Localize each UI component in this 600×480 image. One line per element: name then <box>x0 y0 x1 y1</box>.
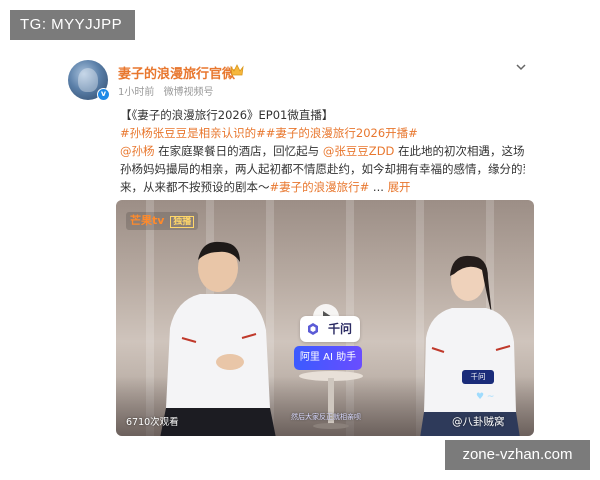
post-text-segment: 孙杨妈妈撮局的相亲，两人起初都不情愿赴约，如今却拥有幸福的感情，缘分的到 <box>120 162 525 176</box>
hashtag-link[interactable]: #妻子的浪漫旅行# <box>270 180 370 194</box>
chevron-down-icon[interactable] <box>514 60 528 74</box>
hashtag-link[interactable]: #孙杨张豆豆是相亲认识的##妻子的浪漫旅行2026开播# <box>120 126 418 140</box>
mention-link[interactable]: @张豆豆ZDD <box>323 144 395 158</box>
post-text-segment: 【《妻子的浪漫旅行2026》EP01微直播】 <box>120 108 334 122</box>
post-header: v 妻子的浪漫旅行官微 1小时前 微博视频号 <box>68 58 532 102</box>
post-text: 【《妻子的浪漫旅行2026》EP01微直播】 #孙杨张豆豆是相亲认识的##妻子的浪… <box>120 106 525 196</box>
post-line: #孙杨张豆豆是相亲认识的##妻子的浪漫旅行2026开播# <box>120 124 525 142</box>
view-count: 6710次观看 <box>126 417 179 428</box>
post-line: @孙杨 在家庭聚餐日的酒店，回忆起与 @张豆豆ZDD 在此地的初次相遇，这场由 <box>120 142 525 160</box>
weibo-post-card: v 妻子的浪漫旅行官微 1小时前 微博视频号 【《妻子的浪漫旅行2026》EP0… <box>60 40 540 440</box>
account-name[interactable]: 妻子的浪漫旅行官微 <box>118 63 235 82</box>
qwen-badge: 千问 <box>462 370 494 384</box>
mention-link[interactable]: @孙杨 <box>120 144 155 158</box>
post-meta: 1小时前 微博视频号 <box>118 83 220 98</box>
video-caption: 然后大家反正就相亲呗 <box>291 413 361 421</box>
channel-logo: 芒果tv <box>130 214 165 227</box>
verified-icon: v <box>97 88 110 101</box>
qwen-icon <box>308 323 318 335</box>
qwen-card[interactable]: 千问 <box>300 316 360 342</box>
post-line: 孙杨妈妈撮局的相亲，两人起初都不情愿赴约，如今却拥有幸福的感情，缘分的到 <box>120 160 525 178</box>
ali-ai-assistant-button[interactable]: 阿里 AI 助手 <box>294 346 362 370</box>
post-line: 来，从来都不按预设的剧本～#妻子的浪漫旅行# ... 展开 <box>120 178 525 196</box>
post-text-segment: 在此地的初次相遇，这场由 <box>394 144 525 158</box>
post-text-segment: ... <box>369 180 388 194</box>
watermark-bottom: zone-vzhan.com <box>445 440 590 470</box>
watermark-top: TG: MYYJJPP <box>10 10 135 40</box>
mgtv-logo: 芒果tv 独播 <box>126 212 199 230</box>
qwen-label: 千问 <box>327 322 352 336</box>
channel-tag: 独播 <box>170 216 195 228</box>
post-line: 【《妻子的浪漫旅行2026》EP01微直播】 <box>120 106 525 124</box>
corner-watermark: @八卦贼窝 <box>452 416 505 428</box>
post-source[interactable]: 微博视频号 <box>164 87 214 98</box>
post-time: 1小时前 <box>118 87 155 98</box>
post-text-segment: 来，从来都不按预设的剧本～ <box>120 180 270 194</box>
crown-icon <box>230 64 244 76</box>
guest-left <box>160 241 276 436</box>
expand-link[interactable]: 展开 <box>388 180 411 194</box>
video-player[interactable]: 芒果tv 独播 千问 阿里 AI 助手 然后大家反正就相亲呗 千问 ♥ ~ 67… <box>116 200 534 436</box>
post-text-segment: 在家庭聚餐日的酒店，回忆起与 <box>154 144 323 158</box>
